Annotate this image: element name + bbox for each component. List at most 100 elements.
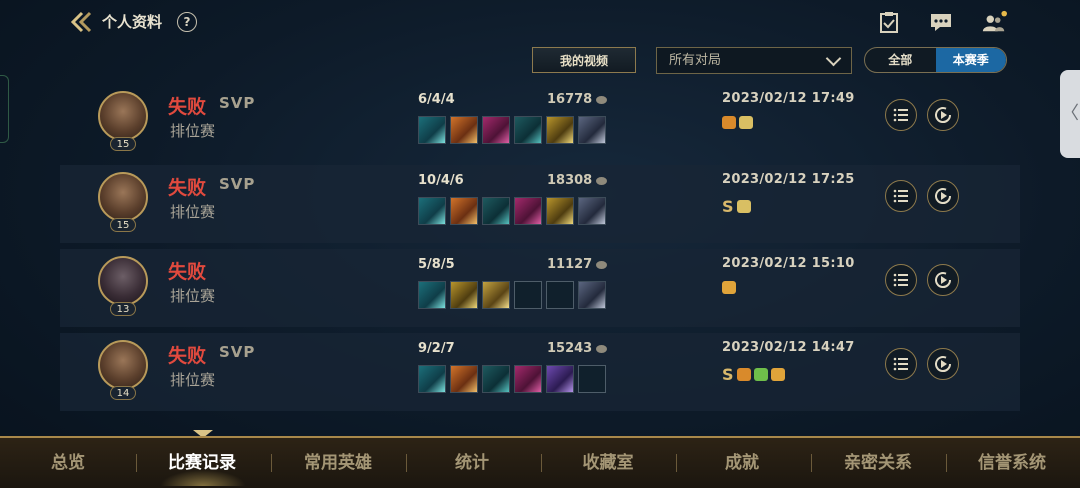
match-details-button[interactable] bbox=[885, 99, 917, 131]
tab-statistics[interactable]: 统计 bbox=[416, 438, 528, 488]
hero-avatar[interactable] bbox=[98, 256, 148, 306]
equipment-item-icon[interactable] bbox=[418, 281, 446, 309]
gold-value: 16778 bbox=[547, 92, 593, 107]
kda-score: 10/4/6 bbox=[418, 173, 464, 188]
tab-honor-system[interactable]: 信誉系统 bbox=[956, 438, 1068, 488]
toggle-all[interactable]: 全部 bbox=[865, 48, 936, 72]
item-list bbox=[418, 365, 606, 393]
svp-badge: SVP bbox=[219, 94, 256, 112]
hero-avatar[interactable] bbox=[98, 91, 148, 141]
equipment-item-icon[interactable] bbox=[514, 116, 542, 144]
equipment-item-icon[interactable] bbox=[418, 116, 446, 144]
gold-value: 11127 bbox=[547, 257, 593, 272]
friends-icon[interactable] bbox=[981, 10, 1007, 34]
equipment-item-icon[interactable] bbox=[514, 365, 542, 393]
equipment-item-icon[interactable] bbox=[578, 116, 606, 144]
empty-item-slot[interactable] bbox=[578, 365, 606, 393]
replay-button[interactable] bbox=[927, 99, 959, 131]
replay-button[interactable] bbox=[927, 348, 959, 380]
match-mode: 排位赛 bbox=[170, 287, 216, 305]
equipment-item-icon[interactable] bbox=[546, 365, 574, 393]
tab-overview[interactable]: 总览 bbox=[20, 438, 116, 488]
match-mode: 排位赛 bbox=[170, 371, 216, 389]
equipment-item-icon[interactable] bbox=[450, 281, 478, 309]
match-row[interactable]: 14 失败 SVP 排位赛 9/2/7 15243 2023/02/12 14:… bbox=[60, 333, 1020, 411]
item-list bbox=[418, 116, 606, 144]
back-arrow-icon[interactable] bbox=[68, 10, 94, 34]
equipment-item-icon[interactable] bbox=[482, 365, 510, 393]
hero-level-badge: 14 bbox=[110, 386, 136, 400]
item-list bbox=[418, 281, 606, 309]
match-type-value: 所有对局 bbox=[669, 53, 722, 68]
season-toggle: 全部 本赛季 bbox=[864, 47, 1007, 73]
achievement-badges bbox=[722, 116, 753, 129]
my-videos-button[interactable]: 我的视频 bbox=[532, 47, 636, 73]
equipment-item-icon[interactable] bbox=[546, 197, 574, 225]
hero-avatar[interactable] bbox=[98, 172, 148, 222]
replay-icon bbox=[935, 107, 952, 124]
help-icon[interactable]: ? bbox=[177, 12, 197, 32]
match-result: 失败 bbox=[168, 96, 207, 118]
achievement-badges: S bbox=[722, 365, 785, 384]
hero-level-badge: 15 bbox=[110, 137, 136, 151]
achievement-badges: S bbox=[722, 197, 751, 216]
equipment-item-icon[interactable] bbox=[450, 197, 478, 225]
top-bar: 个人资料 ? bbox=[0, 0, 1080, 44]
hero-level-badge: 15 bbox=[110, 218, 136, 232]
right-drawer-handle[interactable]: 〈 bbox=[1060, 70, 1080, 158]
equipment-item-icon[interactable] bbox=[450, 116, 478, 144]
gold-amount: 15243 bbox=[547, 341, 608, 356]
coins-badge-icon bbox=[736, 200, 751, 213]
match-details-button[interactable] bbox=[885, 264, 917, 296]
kda-score: 5/8/5 bbox=[418, 257, 455, 272]
coin-icon bbox=[596, 95, 608, 104]
gold-amount: 16778 bbox=[547, 92, 608, 107]
equipment-item-icon[interactable] bbox=[482, 197, 510, 225]
active-tab-glow bbox=[160, 470, 246, 486]
match-time: 2023/02/12 17:49 bbox=[722, 91, 855, 106]
equipment-item-icon[interactable] bbox=[546, 116, 574, 144]
toggle-current-season[interactable]: 本赛季 bbox=[935, 48, 1006, 72]
empty-item-slot[interactable] bbox=[546, 281, 574, 309]
hero-avatar[interactable] bbox=[98, 340, 148, 390]
coin-icon bbox=[596, 260, 608, 269]
replay-button[interactable] bbox=[927, 180, 959, 212]
tab-relationships[interactable]: 亲密关系 bbox=[822, 438, 934, 488]
replay-button[interactable] bbox=[927, 264, 959, 296]
equipment-item-icon[interactable] bbox=[578, 197, 606, 225]
match-result: 失败 bbox=[168, 345, 207, 367]
tab-achievements[interactable]: 成就 bbox=[686, 438, 798, 488]
hero-level-badge: 13 bbox=[110, 302, 136, 316]
match-row[interactable]: 15 失败 SVP 排位赛 6/4/4 16778 2023/02/12 17:… bbox=[60, 84, 1020, 162]
gold-amount: 18308 bbox=[547, 173, 608, 188]
equipment-item-icon[interactable] bbox=[418, 365, 446, 393]
match-type-select[interactable]: 所有对局 bbox=[656, 47, 852, 74]
kda-score: 9/2/7 bbox=[418, 341, 455, 356]
match-result: 失败 bbox=[168, 261, 207, 283]
match-row[interactable]: 13 失败 排位赛 5/8/5 11127 2023/02/12 15:10 bbox=[60, 249, 1020, 327]
equipment-item-icon[interactable] bbox=[482, 116, 510, 144]
empty-item-slot[interactable] bbox=[514, 281, 542, 309]
equipment-item-icon[interactable] bbox=[450, 365, 478, 393]
tab-collection[interactable]: 收藏室 bbox=[552, 438, 664, 488]
svp-badge: SVP bbox=[219, 175, 256, 193]
match-row[interactable]: 15 失败 SVP 排位赛 10/4/6 18308 2023/02/12 17… bbox=[60, 165, 1020, 243]
chat-icon[interactable] bbox=[928, 10, 954, 34]
task-clipboard-icon[interactable] bbox=[876, 10, 902, 34]
equipment-item-icon[interactable] bbox=[514, 197, 542, 225]
equipment-item-icon[interactable] bbox=[418, 197, 446, 225]
left-edge-tab[interactable] bbox=[0, 75, 9, 143]
match-time: 2023/02/12 17:25 bbox=[722, 172, 855, 187]
equipment-item-icon[interactable] bbox=[578, 281, 606, 309]
tab-favorite-heroes[interactable]: 常用英雄 bbox=[282, 438, 394, 488]
svp-badge: SVP bbox=[219, 343, 256, 361]
match-details-button[interactable] bbox=[885, 348, 917, 380]
coin-icon bbox=[596, 176, 608, 185]
replay-icon bbox=[935, 272, 952, 289]
list-icon bbox=[893, 273, 908, 287]
equipment-item-icon[interactable] bbox=[482, 281, 510, 309]
match-time: 2023/02/12 15:10 bbox=[722, 256, 855, 271]
match-details-button[interactable] bbox=[885, 180, 917, 212]
flag-badge-icon bbox=[753, 368, 768, 381]
page-title: 个人资料 bbox=[102, 13, 163, 31]
